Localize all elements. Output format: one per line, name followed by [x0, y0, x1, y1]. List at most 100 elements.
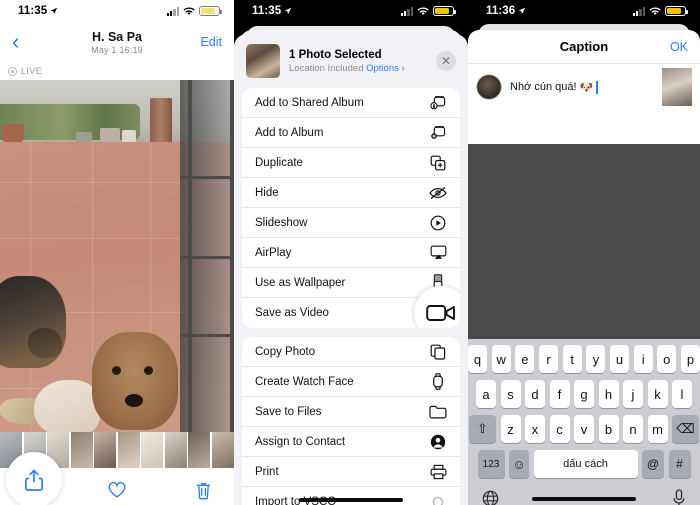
thumbnail[interactable] [94, 432, 116, 468]
action-row-print[interactable]: Print [242, 457, 460, 487]
watch-icon [429, 373, 447, 391]
share-sheet: 1 Photo Selected Location Included Optio… [234, 34, 468, 505]
three-screenshot-strip: 11:35 ‹ H. Sa Pa May 1 16:19 Edit LIVE 1… [0, 0, 700, 505]
home-indicator[interactable] [234, 498, 468, 502]
screen-photo-viewer: 11:35 ‹ H. Sa Pa May 1 16:19 Edit LIVE [0, 0, 234, 505]
action-label: Hide [255, 186, 279, 199]
action-row-duplicate[interactable]: Duplicate [242, 148, 460, 178]
key-a[interactable]: a [476, 380, 496, 408]
dog-face-emoji-icon: 🐶 [579, 81, 594, 94]
battery-icon [665, 6, 688, 16]
key-t[interactable]: t [562, 345, 582, 373]
key-c[interactable]: c [549, 415, 570, 443]
delete-button[interactable] [195, 481, 212, 505]
edit-button[interactable]: Edit [200, 35, 222, 49]
hash-key[interactable]: # [668, 450, 691, 478]
photo-bottom-toolbar [0, 452, 234, 505]
key-r[interactable]: r [538, 345, 559, 373]
action-row-hide[interactable]: Hide [242, 178, 460, 208]
emoji-key[interactable]: ☺ [509, 450, 529, 478]
close-button[interactable]: ✕ [436, 51, 456, 71]
favorite-button[interactable] [108, 481, 127, 504]
key-l[interactable]: l [672, 380, 692, 408]
cellular-icon [400, 6, 413, 16]
status-bar-right: 11:36 [468, 0, 700, 22]
photo-dog-dark [0, 276, 66, 368]
thumbnail[interactable] [141, 432, 163, 468]
caption-input-row[interactable]: Nhớ cún quá! 🐶 [468, 64, 700, 110]
key-h[interactable]: h [598, 380, 619, 408]
key-y[interactable]: y [586, 345, 606, 373]
key-o[interactable]: o [657, 345, 677, 373]
key-b[interactable]: b [598, 415, 619, 443]
battery-icon [199, 6, 222, 16]
key-s[interactable]: s [500, 380, 521, 408]
live-photo-badge[interactable]: LIVE [0, 62, 234, 80]
ok-button[interactable]: OK [670, 40, 688, 54]
action-label: Save to Files [255, 405, 322, 418]
options-link[interactable]: Options › [366, 63, 405, 74]
key-n[interactable]: n [623, 415, 643, 443]
photo-door-frame [180, 80, 234, 432]
action-group-primary: Add to Shared Album Add to Album Duplica… [242, 88, 460, 328]
key-u[interactable]: u [609, 345, 630, 373]
numbers-key[interactable]: 123 [477, 450, 505, 478]
delete-key[interactable]: ⌫ [672, 415, 699, 443]
key-z[interactable]: z [500, 415, 521, 443]
share-button-highlight[interactable] [6, 452, 62, 505]
key-j[interactable]: j [623, 380, 643, 408]
thumbnail[interactable] [117, 432, 140, 468]
thumbnail[interactable] [188, 432, 210, 468]
key-g[interactable]: g [574, 380, 594, 408]
wifi-icon [649, 7, 661, 15]
key-i[interactable]: i [633, 345, 653, 373]
photo-canvas [0, 80, 234, 432]
status-bar-left: 11:35 [0, 0, 234, 22]
video-camera-icon[interactable] [426, 302, 456, 324]
photo-dog-tan [92, 332, 178, 430]
photo-image[interactable] [0, 80, 234, 432]
share-icon[interactable] [24, 468, 44, 492]
key-w[interactable]: w [491, 345, 511, 373]
action-row-import-to-vsco[interactable]: Import to VSCO [242, 487, 460, 505]
action-row-slideshow[interactable]: Slideshow [242, 208, 460, 238]
key-d[interactable]: d [525, 380, 545, 408]
key-m[interactable]: m [647, 415, 668, 443]
key-p[interactable]: p [680, 345, 700, 373]
trash-icon[interactable] [195, 481, 212, 500]
heart-icon[interactable] [108, 481, 127, 499]
action-row-save-as-video[interactable]: Save as Video [242, 286, 460, 328]
home-indicator[interactable] [468, 497, 700, 501]
photo-thumbnail[interactable] [662, 68, 692, 106]
action-label: Copy Photo [255, 345, 316, 358]
action-row-save-to-files[interactable]: Save to Files [242, 397, 460, 427]
key-x[interactable]: x [525, 415, 545, 443]
back-button[interactable]: ‹ [12, 31, 38, 53]
keyboard-bottom-row [468, 485, 700, 505]
contact-icon [429, 433, 447, 451]
thumbnail[interactable] [70, 432, 93, 468]
keyboard-row-3: ⇧ z x c v b n m ⌫ [468, 415, 700, 443]
key-v[interactable]: v [574, 415, 594, 443]
space-key[interactable]: dấu cách [533, 450, 638, 478]
action-label: Add to Album [255, 126, 324, 139]
action-row-copy-photo[interactable]: Copy Photo [242, 337, 460, 367]
action-label: AirPlay [255, 246, 292, 259]
action-row-create-watch-face[interactable]: Create Watch Face [242, 367, 460, 397]
key-f[interactable]: f [549, 380, 570, 408]
caption-input[interactable]: Nhớ cún quá! 🐶 [510, 80, 654, 94]
thumbnail[interactable] [164, 432, 187, 468]
key-k[interactable]: k [647, 380, 668, 408]
copy-icon [429, 343, 447, 361]
selected-photo-thumbnail[interactable] [246, 44, 280, 78]
action-row-airplay[interactable]: AirPlay [242, 238, 460, 268]
caption-nav-bar: Caption OK [468, 30, 700, 64]
action-row-add-to-album[interactable]: Add to Album [242, 118, 460, 148]
shift-key[interactable]: ⇧ [469, 415, 496, 443]
thumbnail[interactable] [211, 432, 234, 468]
action-row-add-to-shared-album[interactable]: Add to Shared Album [242, 88, 460, 118]
key-q[interactable]: q [468, 345, 488, 373]
key-e[interactable]: e [515, 345, 535, 373]
at-key[interactable]: @ [642, 450, 664, 478]
action-row-assign-to-contact[interactable]: Assign to Contact [242, 427, 460, 457]
